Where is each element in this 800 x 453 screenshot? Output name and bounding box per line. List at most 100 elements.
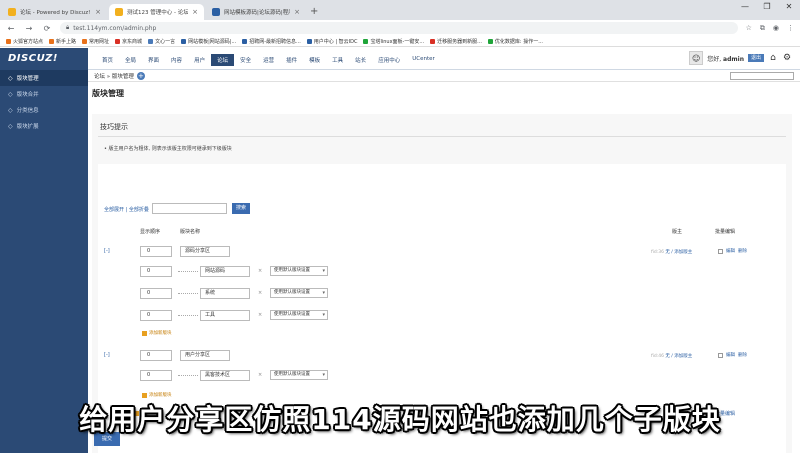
add-icon: [142, 330, 147, 336]
add-moderator-link[interactable]: 无 / 添加版主: [665, 250, 692, 255]
bookmark-item[interactable]: 常用网址: [82, 38, 109, 45]
avatar[interactable]: ☺: [689, 51, 704, 65]
row-checkbox[interactable]: [718, 352, 723, 358]
add-moderator-link[interactable]: 无 / 添加版主: [665, 354, 692, 359]
close-icon[interactable]: ×: [258, 290, 262, 296]
close-icon[interactable]: ×: [258, 312, 262, 318]
browser-tab[interactable]: 论坛 - Powered by Discuz! ×: [2, 4, 107, 20]
minimize-button[interactable]: —: [734, 0, 756, 14]
admin-search-input[interactable]: [730, 72, 794, 80]
forward-button[interactable]: →: [24, 24, 34, 33]
template-select[interactable]: 使用默认版块设置: [270, 266, 328, 276]
forum-order-input[interactable]: 0: [140, 266, 172, 277]
forum-order-input[interactable]: 0: [140, 310, 172, 321]
template-select[interactable]: 使用默认版块设置: [270, 310, 328, 320]
group-name-input[interactable]: 源码分享区: [180, 246, 230, 257]
nav-item-content[interactable]: 内容: [165, 54, 188, 66]
bookmark-item[interactable]: 火狐官方站点: [6, 38, 43, 45]
nav-item-ucenter[interactable]: UCenter: [406, 54, 441, 66]
bookmark-item[interactable]: 迁移服务器到新服...: [430, 38, 482, 45]
bookmark-item[interactable]: 文心一言: [148, 38, 175, 45]
forum-name-input[interactable]: 工具: [200, 310, 250, 321]
nav-item-app-center[interactable]: 应用中心: [372, 54, 406, 66]
sidebar-item-forum-merge[interactable]: ◇ 版块合并: [0, 86, 88, 102]
tab-close-icon[interactable]: ×: [294, 8, 300, 16]
close-icon[interactable]: ×: [258, 372, 262, 378]
column-batch-edit[interactable]: 批量编辑: [715, 228, 735, 235]
maximize-button[interactable]: ❐: [756, 0, 778, 14]
nav-item-global[interactable]: 全局: [119, 54, 142, 66]
new-tab-button[interactable]: +: [310, 4, 318, 20]
forum-name-input[interactable]: 系统: [200, 288, 250, 299]
add-forum-link[interactable]: 添加新版块: [142, 330, 172, 336]
forum-order-input[interactable]: 0: [140, 370, 172, 381]
expand-all-link[interactable]: 全部展开: [104, 207, 124, 213]
forum-order-input[interactable]: 0: [140, 288, 172, 299]
forum-id: fid:46: [651, 354, 664, 359]
nav-item-users[interactable]: 用户: [188, 54, 211, 66]
close-icon[interactable]: ×: [258, 268, 262, 274]
gear-icon[interactable]: ⚙: [782, 53, 792, 63]
profile-icon[interactable]: ◉: [773, 24, 779, 33]
discuz-logo[interactable]: DISCUZ!: [0, 48, 88, 70]
sidebar-item-forum-manage[interactable]: ◇ 版块管理: [0, 70, 88, 86]
nav-item-webmaster[interactable]: 站长: [349, 54, 372, 66]
tab-favicon-icon: [212, 8, 220, 16]
bookmark-item[interactable]: 优化数据库: 操作一...: [487, 38, 543, 45]
forum-name-input[interactable]: 网站源码: [200, 266, 250, 277]
forum-search-input[interactable]: [152, 203, 227, 214]
group-order-input[interactable]: 0: [140, 246, 172, 257]
bookmark-item[interactable]: 网站模板|网站源码|...: [181, 38, 236, 45]
edit-link[interactable]: 编辑: [726, 352, 735, 358]
template-select[interactable]: 使用默认版块设置: [270, 370, 328, 380]
bookmark-icon: [181, 38, 187, 44]
nav-item-tools[interactable]: 工具: [326, 54, 349, 66]
breadcrumb-text[interactable]: 论坛 » 版块管理: [94, 72, 134, 80]
forum-name-input[interactable]: 黑客技术区: [200, 370, 250, 381]
template-select[interactable]: 使用默认版块设置: [270, 288, 328, 298]
bookmark-item[interactable]: 招聘网-最新招聘信息...: [242, 38, 301, 45]
reload-button[interactable]: ⟳: [42, 24, 52, 33]
delete-link[interactable]: 删除: [738, 248, 747, 254]
tree-line: [178, 271, 198, 272]
bookmark-item[interactable]: 宝塔linux面板-一键安...: [363, 38, 424, 45]
edit-link[interactable]: 编辑: [726, 248, 735, 254]
menu-icon[interactable]: ⋮: [787, 24, 794, 33]
nav-item-security[interactable]: 安全: [234, 54, 257, 66]
logout-button[interactable]: 退出: [747, 54, 764, 62]
star-icon[interactable]: ☆: [746, 24, 752, 33]
group-order-input[interactable]: 0: [140, 350, 172, 361]
close-window-button[interactable]: ✕: [778, 0, 800, 14]
nav-item-templates[interactable]: 模板: [303, 54, 326, 66]
bookmark-item[interactable]: 新手上路: [49, 38, 76, 45]
search-button[interactable]: 搜索: [232, 203, 250, 214]
sidebar-item-forum-extend[interactable]: ◇ 版块扩展: [0, 118, 88, 134]
arrow-icon: ◇: [8, 90, 13, 98]
browser-tab-active[interactable]: 测试123 管理中心 - 论坛 - 超级... ×: [109, 4, 204, 20]
nav-item-forum[interactable]: 论坛: [211, 54, 235, 66]
nav-item-home[interactable]: 首页: [96, 54, 119, 66]
nav-item-operation[interactable]: 运营: [257, 54, 280, 66]
home-icon[interactable]: ⌂: [768, 53, 778, 63]
bookmark-label: 招聘网-最新招聘信息...: [249, 38, 301, 45]
bookmark-item[interactable]: 京东商城: [115, 38, 142, 45]
row-checkbox[interactable]: [718, 248, 723, 254]
nav-item-plugins[interactable]: 插件: [280, 54, 303, 66]
sidebar-item-thread-types[interactable]: ◇ 分类信息: [0, 102, 88, 118]
tab-close-icon[interactable]: ×: [192, 8, 198, 16]
browser-tab[interactable]: 网站模板源码|论坛源码|程序源码|... ×: [206, 4, 306, 20]
group-toggle[interactable]: [-]: [104, 248, 110, 254]
bookmark-item[interactable]: 用户中心 | 智云IDC: [306, 38, 357, 45]
greeting: 您好, admin: [707, 54, 744, 63]
extensions-icon[interactable]: ⧉: [760, 24, 765, 33]
collapse-all-link[interactable]: 全部折叠: [129, 207, 149, 213]
address-bar[interactable]: 🔒︎ test.114ym.com/admin.php: [60, 22, 738, 34]
tab-close-icon[interactable]: ×: [95, 8, 101, 16]
back-button[interactable]: ←: [6, 24, 16, 33]
delete-link[interactable]: 删除: [738, 352, 747, 358]
bookmark-icon: [430, 38, 436, 44]
nav-item-style[interactable]: 界面: [142, 54, 165, 66]
group-toggle[interactable]: [-]: [104, 352, 110, 358]
add-shortcut-button[interactable]: +: [136, 71, 145, 80]
group-name-input[interactable]: 用户分享区: [180, 350, 230, 361]
